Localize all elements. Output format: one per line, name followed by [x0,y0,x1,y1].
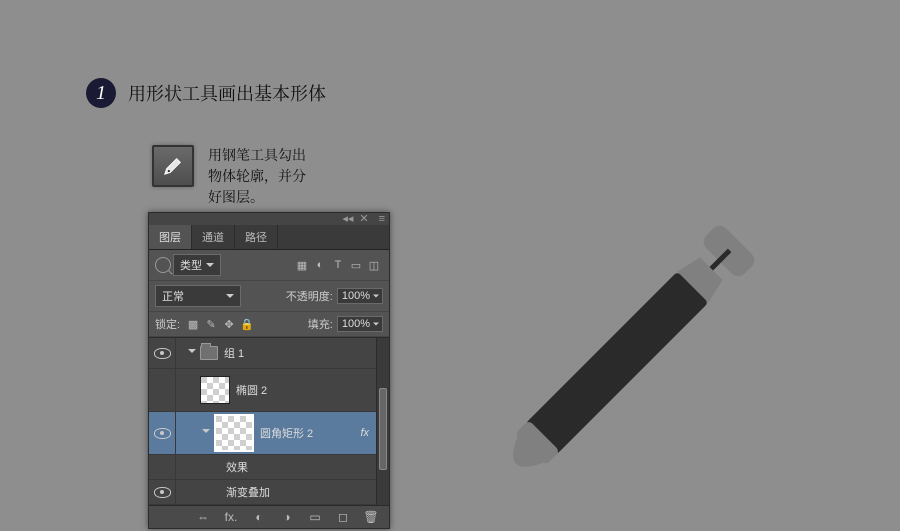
fill-input[interactable]: 100% [337,316,383,332]
lock-row: 锁定: ▩ ✎ ✥ 🔒 填充: 100% [149,312,389,337]
layer-tree: 组 1 椭圆 2 圆角矩形 2 fx 效果 渐变叠加 [149,337,389,505]
pen-caption-line: 物体轮廓，并分 [208,166,348,187]
layer-row-gradient[interactable]: 渐变叠加 [149,480,389,505]
layer-row-effects[interactable]: 效果 [149,455,389,480]
menu-icon[interactable]: ≡ [379,214,385,225]
tab-paths[interactable]: 路径 [235,225,278,249]
visibility-slot[interactable] [149,455,176,479]
panel-tabs: 图层 通道 路径 [149,225,389,250]
pen-illustration [405,210,845,500]
filter-label: 类型 [180,260,202,272]
filter-shape-icon[interactable]: ▭ [347,257,365,273]
filter-text-icon[interactable]: T [329,257,347,273]
pen-caption-line: 好图层。 [208,187,348,208]
step-title: 用形状工具画出基本形体 [128,80,326,106]
visibility-icon[interactable] [154,487,171,498]
pen-caption: 用钢笔工具勾出 物体轮廓，并分 好图层。 [208,145,348,208]
tree-scrollbar[interactable] [376,338,389,505]
collapse-icon[interactable]: ◂◂ [342,214,353,225]
filter-pixel-icon[interactable]: ▦ [293,257,311,273]
disclosure-icon[interactable] [188,349,196,357]
new-group-icon[interactable]: ▭ [307,510,323,524]
tab-channels[interactable]: 通道 [192,225,235,249]
filter-type-select[interactable]: 类型 [173,254,221,276]
tab-layers[interactable]: 图层 [149,225,192,249]
pen-caption-line: 用钢笔工具勾出 [208,145,348,166]
layer-row-roundrect[interactable]: 圆角矩形 2 fx [149,412,389,455]
layer-row-group[interactable]: 组 1 [149,338,389,369]
blend-mode-value: 正常 [162,291,184,303]
new-layer-icon[interactable]: ◻ [335,510,351,524]
adjustment-icon[interactable]: ◑ [279,510,295,524]
filter-smart-icon[interactable]: ◫ [365,257,383,273]
opacity-label: 不透明度: [286,288,333,304]
step-number: 1 [96,82,106,105]
blend-row: 正常 不透明度: 100% [149,281,389,312]
layer-name: 椭圆 2 [236,382,267,398]
pen-icon [162,155,184,177]
visibility-icon[interactable] [154,348,171,359]
visibility-icon[interactable] [154,428,171,439]
gradient-label: 渐变叠加 [226,484,270,500]
layer-name: 圆角矩形 2 [260,425,313,441]
layer-row-ellipse[interactable]: 椭圆 2 [149,369,389,412]
lock-transparent-icon[interactable]: ▩ [184,316,202,332]
lock-all-icon[interactable]: 🔒 [238,316,256,332]
close-icon[interactable]: ✕ [359,214,368,225]
search-icon[interactable] [155,257,171,273]
step-number-badge: 1 [86,78,116,108]
disclosure-icon[interactable] [202,429,210,437]
panel-footer: ⇔ fx. ◐ ◑ ▭ ◻ 🗑 [149,505,389,528]
fx-icon[interactable]: fx. [223,510,239,524]
visibility-slot[interactable] [149,369,176,411]
effects-label: 效果 [226,459,248,475]
pen-tool-block: 用钢笔工具勾出 物体轮廓，并分 好图层。 [152,145,348,208]
fx-badge[interactable]: fx [360,427,369,439]
fill-value: 100% [342,318,370,330]
step-header: 1 用形状工具画出基本形体 [86,78,326,108]
filter-row: 类型 ▦ ◐ T ▭ ◫ [149,250,389,281]
filter-adjust-icon[interactable]: ◐ [311,257,329,273]
layers-panel: ◂◂ ✕ ≡ 图层 通道 路径 类型 ▦ ◐ T ▭ ◫ 正常 不透明度: 10… [148,212,390,529]
layer-thumbnail[interactable] [200,376,230,404]
panel-titlebar: ◂◂ ✕ ≡ [149,213,389,225]
lock-brush-icon[interactable]: ✎ [202,316,220,332]
layer-name: 组 1 [224,345,244,361]
mask-icon[interactable]: ◐ [251,510,267,524]
scrollbar-thumb[interactable] [379,388,387,470]
lock-label: 锁定: [155,316,180,332]
pen-tool-icon [152,145,194,187]
fill-label: 填充: [308,316,333,332]
opacity-value: 100% [342,290,370,302]
link-layers-icon[interactable]: ⇔ [195,510,211,524]
delete-icon[interactable]: 🗑 [363,510,379,524]
blend-mode-select[interactable]: 正常 [155,285,241,307]
lock-position-icon[interactable]: ✥ [220,316,238,332]
opacity-input[interactable]: 100% [337,288,383,304]
folder-icon [200,346,218,360]
layer-thumbnail[interactable] [214,414,254,452]
